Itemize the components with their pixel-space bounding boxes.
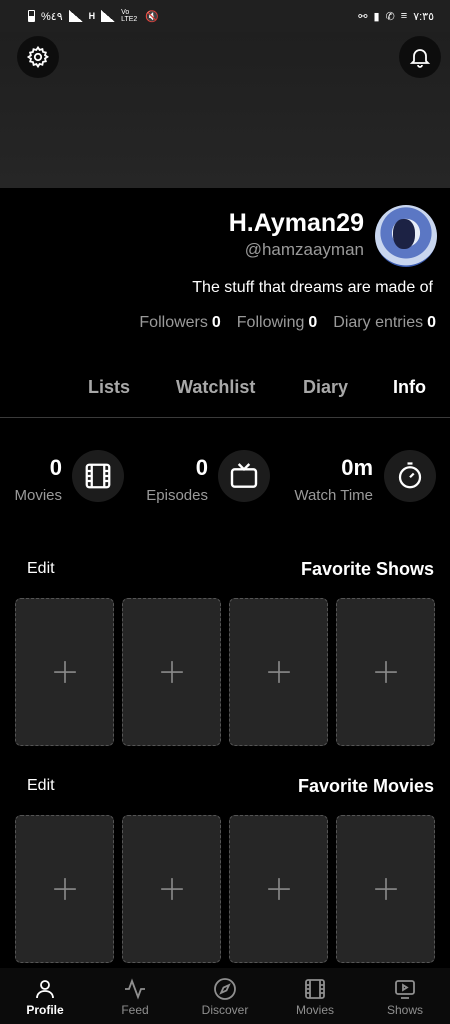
add-favorite-movie-slot[interactable] — [229, 815, 328, 963]
watch-time-value: 0m — [341, 455, 373, 480]
tv-icon — [218, 450, 270, 502]
network-type: H — [88, 11, 96, 21]
nav-movies[interactable]: Movies — [270, 968, 360, 1024]
plus-icon — [53, 878, 76, 900]
plus-icon — [267, 878, 290, 900]
mute-icon: 🔇 — [145, 10, 159, 23]
nav-discover[interactable]: Discover — [180, 968, 270, 1024]
add-favorite-movie-slot[interactable] — [122, 815, 221, 963]
film-icon — [72, 450, 124, 502]
status-bar-left: %٤٩ H Vo LTE2 🔇 — [28, 9, 159, 23]
plus-icon — [374, 878, 397, 900]
person-icon — [36, 980, 54, 999]
signal-icon-2 — [101, 10, 116, 22]
avatar[interactable] — [375, 205, 437, 267]
signal-icon — [68, 10, 83, 22]
battery-percent: %٤٩ — [41, 10, 63, 23]
battery-icon — [28, 10, 35, 22]
tab-info[interactable]: Info — [393, 377, 426, 398]
volte-badge: Vo LTE2 — [121, 9, 138, 23]
favorite-shows-title: Favorite Shows — [300, 559, 434, 579]
user-bio: The stuff that dreams are made of — [192, 279, 433, 296]
plus-icon — [160, 661, 183, 683]
edit-favorite-shows-button[interactable]: Edit — [27, 560, 55, 578]
tab-lists[interactable]: Lists — [88, 377, 130, 398]
add-favorite-show-slot[interactable] — [122, 598, 221, 746]
add-favorite-movie-slot[interactable] — [336, 815, 435, 963]
clock: ٧:٣٥ — [413, 10, 434, 23]
movies-count: 0 — [49, 455, 62, 480]
plus-icon — [267, 661, 290, 683]
nav-shows[interactable]: Shows — [360, 968, 450, 1024]
tabs-divider — [0, 417, 450, 418]
movies-label: Movies — [14, 487, 62, 504]
tab-diary[interactable]: Diary — [303, 377, 348, 398]
add-favorite-show-slot[interactable] — [336, 598, 435, 746]
diary-entries-stat[interactable]: Diary entries 0 — [333, 314, 436, 332]
profile-stats: Followers 0 Following 0 Diary entries 0 — [139, 314, 436, 332]
favorite-movies-slots — [15, 815, 435, 963]
episodes-label: Episodes — [146, 487, 208, 504]
profile-tabs: Lists Watchlist Diary Info — [0, 372, 450, 418]
username: H.Ayman29 — [228, 209, 364, 237]
following-stat[interactable]: Following 0 — [237, 314, 318, 332]
edit-favorite-movies-button[interactable]: Edit — [27, 777, 55, 795]
plus-icon — [53, 661, 76, 683]
watch-time-label: Watch Time — [294, 487, 373, 504]
compass-icon — [214, 978, 236, 1000]
bell-icon — [409, 49, 431, 68]
settings-button[interactable] — [17, 36, 59, 78]
add-favorite-show-slot[interactable] — [229, 598, 328, 746]
episodes-counter: 0 Episodes — [142, 450, 272, 506]
film-icon — [305, 979, 325, 999]
plus-icon — [374, 661, 397, 683]
add-favorite-show-slot[interactable] — [15, 598, 114, 746]
user-handle: @hamzaayman — [244, 240, 364, 259]
tab-watchlist[interactable]: Watchlist — [176, 377, 255, 398]
accessibility-icon: ⚯ — [358, 10, 368, 23]
gear-icon — [26, 45, 50, 69]
wifi-icon: ≡ — [400, 10, 408, 22]
activity-icon — [125, 978, 145, 1000]
status-bar: %٤٩ H Vo LTE2 🔇 ⚯ ▮ ✆ ≡ ٧:٣٥ — [0, 0, 450, 32]
episodes-count: 0 — [195, 455, 208, 480]
profile-cover — [0, 32, 450, 188]
nav-feed[interactable]: Feed — [90, 968, 180, 1024]
nav-profile[interactable]: Profile — [0, 968, 90, 1024]
followers-stat[interactable]: Followers 0 — [139, 314, 220, 332]
battery-saver-icon: ▮ — [373, 10, 380, 23]
notifications-button[interactable] — [399, 36, 441, 78]
plus-icon — [160, 878, 183, 900]
add-favorite-movie-slot[interactable] — [15, 815, 114, 963]
status-bar-right: ⚯ ▮ ✆ ≡ ٧:٣٥ — [358, 10, 434, 23]
favorite-movies-title: Favorite Movies — [297, 776, 434, 796]
tv-play-icon — [395, 980, 415, 999]
call-icon: ✆ — [385, 10, 395, 23]
movies-counter: 0 Movies — [10, 450, 128, 506]
favorite-shows-slots — [15, 598, 435, 746]
bottom-navigation: Profile Feed Discover Movies Shows — [0, 968, 450, 1024]
stopwatch-icon — [384, 450, 436, 502]
watch-time-counter: 0m Watch Time — [286, 450, 438, 506]
